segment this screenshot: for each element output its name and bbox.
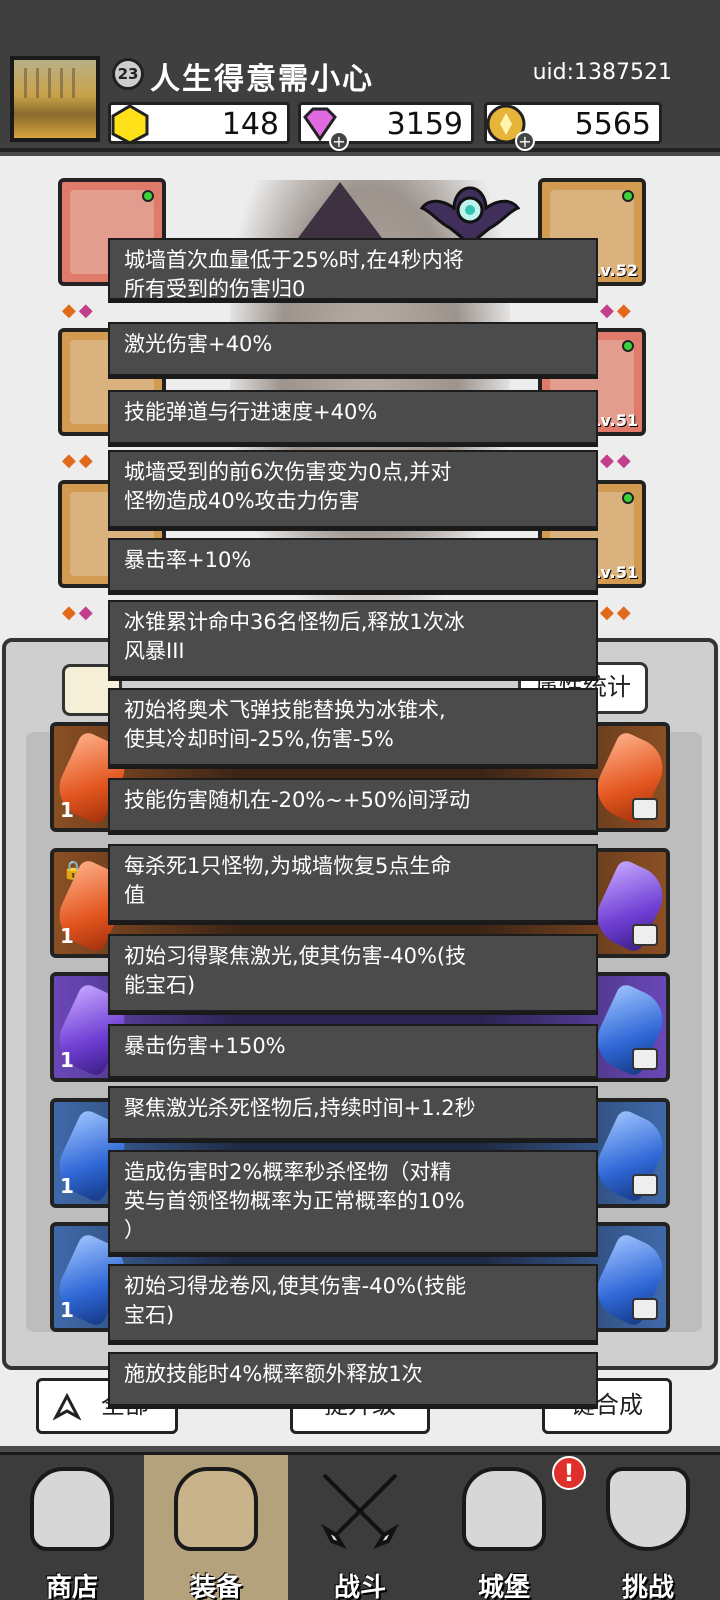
top-bar: 23 人生得意需小心 uid:1387521 148 + 3159 + 5565 [0,0,720,152]
tooltip-line: 暴击伤害+150% [108,1024,598,1078]
currency-coins[interactable]: + 5565 [484,102,662,151]
tooltip-text: 城墙受到的前6次伤害变为0点,并对 [124,460,452,484]
nav-equipment-label: 装备 [189,1573,242,1600]
gem-sockets: ◆◆ [62,602,96,623]
item-count: 1 [60,1174,74,1198]
currency-coins-value: 5565 [574,107,651,142]
tooltip-text: 每杀死1只怪物,为城墙恢复5点生命 [124,854,452,878]
tooltip-line: 初始习得龙卷风,使其伤害-40%(技能 宝石) [108,1264,598,1342]
blue-crystal-icon [587,981,673,1079]
tooltip-text: 使其冷却时间-25%,伤害-5% [124,727,394,751]
avatar[interactable] [10,56,100,142]
tooltip-text: 冰锥累计命中36名怪物后,释放1次冰 [124,610,465,634]
tooltip-text: 初始习得聚焦激光,使其伤害-40%(技 [124,944,467,968]
player-name: 人生得意需小心 [150,62,374,97]
nav-challenge-label: 挑战 [621,1573,674,1600]
gem-effects-tooltip: 城墙首次血量低于25%时,在4秒内将 所有受到的伤害归0 激光伤害+40% 技能弹道与… [108,238,598,1424]
upgrade-dot [142,190,154,202]
currency-gems-value: 148 [221,107,279,142]
tooltip-text: 英与首领怪物概率为正常概率的10% [124,1189,465,1213]
tooltip-line: 施放技能时4%概率额外释放1次 [108,1352,598,1406]
app-root: 23 人生得意需小心 uid:1387521 148 + 3159 + 5565… [0,0,720,1600]
item-type-badge [632,798,658,820]
currency-gems[interactable]: 148 [108,102,290,145]
tooltip-line: 初始习得聚焦激光,使其伤害-40%(技 能宝石) [108,934,598,1012]
tooltip-text: 怪物造成40%攻击力伤害 [124,489,360,513]
tooltip-text: 技能弹道与行进速度+40% [124,400,378,424]
tooltip-line: 每杀死1只怪物,为城墙恢复5点生命值 [108,844,598,922]
item-type-badge [632,1174,658,1196]
nav-shop[interactable]: 商店 [0,1455,144,1600]
item-type-badge [632,1048,658,1070]
tooltip-text: 暴击伤害+150% [124,1034,286,1058]
gem-sockets: ◆◆ [62,300,96,321]
currency-diamonds-value: 3159 [386,107,463,142]
tooltip-text: 城墙首次血量低于25%时,在4秒内将 [124,248,464,272]
tooltip-text: 造成伤害时2%概率秒杀怪物（对精 [124,1160,452,1184]
tooltip-line: 技能弹道与行进速度+40% [108,390,598,444]
item-count: 1 [60,1048,74,1072]
tooltip-text: ） [124,1218,145,1242]
shield-icon [606,1467,690,1551]
tooltip-line: 造成伤害时2%概率秒杀怪物（对精 英与首领怪物概率为正常概率的10% ） [108,1150,598,1254]
tooltip-line: 暴击率+10% [108,538,598,592]
blue-crystal-icon [587,1231,673,1329]
add-coins-button[interactable]: + [515,131,535,151]
nav-challenge[interactable]: 挑战 [576,1455,720,1600]
tooltip-text: 激光伤害+40% [124,332,273,356]
tooltip-line: 激光伤害+40% [108,322,598,376]
tooltip-text: 初始习得龙卷风,使其伤害-40%(技能 [124,1274,467,1298]
gem-sockets: ◆◆ [62,450,96,471]
player-uid: uid:1387521 [532,60,672,85]
shop-icon [30,1467,114,1551]
tooltip-line: 初始将奥术飞弹技能替换为冰锥术, 使其冷却时间-25%,伤害-5% [108,688,598,766]
tooltip-line: 技能伤害随机在-20%~+50%间浮动 [108,778,598,832]
tooltip-line: 城墙首次血量低于25%时,在4秒内将 所有受到的伤害归0 [108,238,598,300]
nav-equipment[interactable]: 装备 [144,1455,288,1600]
nav-battle[interactable]: 战斗 [288,1455,432,1600]
item-type-badge [632,1298,658,1320]
add-diamonds-button[interactable]: + [329,131,349,151]
tooltip-text: 能宝石) [124,973,196,997]
backpack-icon [174,1467,258,1551]
tooltip-text: 施放技能时4%概率额外释放1次 [124,1362,423,1386]
upgrade-dot [622,492,634,504]
tooltip-text: 风暴III [124,639,185,663]
tooltip-text: 初始将奥术飞弹技能替换为冰锥术, [124,698,446,722]
tooltip-text: 宝石) [124,1303,175,1327]
tooltip-text: 所有受到的伤害归0 [124,277,306,300]
upgrade-dot [622,340,634,352]
nav-castle-label: 城堡 [477,1573,530,1600]
nav-battle-label: 战斗 [333,1573,386,1600]
notification-badge: ! [552,1456,586,1490]
castle-icon [462,1467,546,1551]
nav-shop-label: 商店 [45,1573,98,1600]
tooltip-text: 值 [124,883,145,907]
tooltip-text: 暴击率+10% [124,548,252,572]
item-count: 1 [60,1298,74,1322]
tooltip-text: 技能伤害随机在-20%~+50%间浮动 [124,788,471,812]
upgrade-dot [622,190,634,202]
yellow-gem-icon [111,104,149,145]
blue-crystal-icon [587,1107,673,1205]
level-badge: 23 [112,58,144,90]
item-type-badge [632,924,658,946]
bottom-nav: 商店 装备 战斗 城堡 挑战 [0,1452,720,1600]
tooltip-text: 聚焦激光杀死怪物后,持续时间+1.2秒 [124,1096,476,1120]
gem-sockets: ◆◆ [600,300,634,321]
gem-sockets: ◆◆ [600,602,634,623]
gem-sockets: ◆◆ [600,450,634,471]
tooltip-line: 聚焦激光杀死怪物后,持续时间+1.2秒 [108,1086,598,1140]
crossed-swords-icon [321,1473,399,1550]
item-count: 1 [60,924,74,948]
tooltip-line: 冰锥累计命中36名怪物后,释放1次冰 风暴III [108,600,598,678]
purple-crystal-icon [587,857,673,955]
tooltip-line: 城墙受到的前6次伤害变为0点,并对 怪物造成40%攻击力伤害 [108,450,598,528]
currency-diamonds[interactable]: + 3159 [298,102,474,151]
item-count: 1 [60,798,74,822]
orange-crystal-icon [587,729,673,827]
sort-arrow-icon [53,1393,81,1421]
